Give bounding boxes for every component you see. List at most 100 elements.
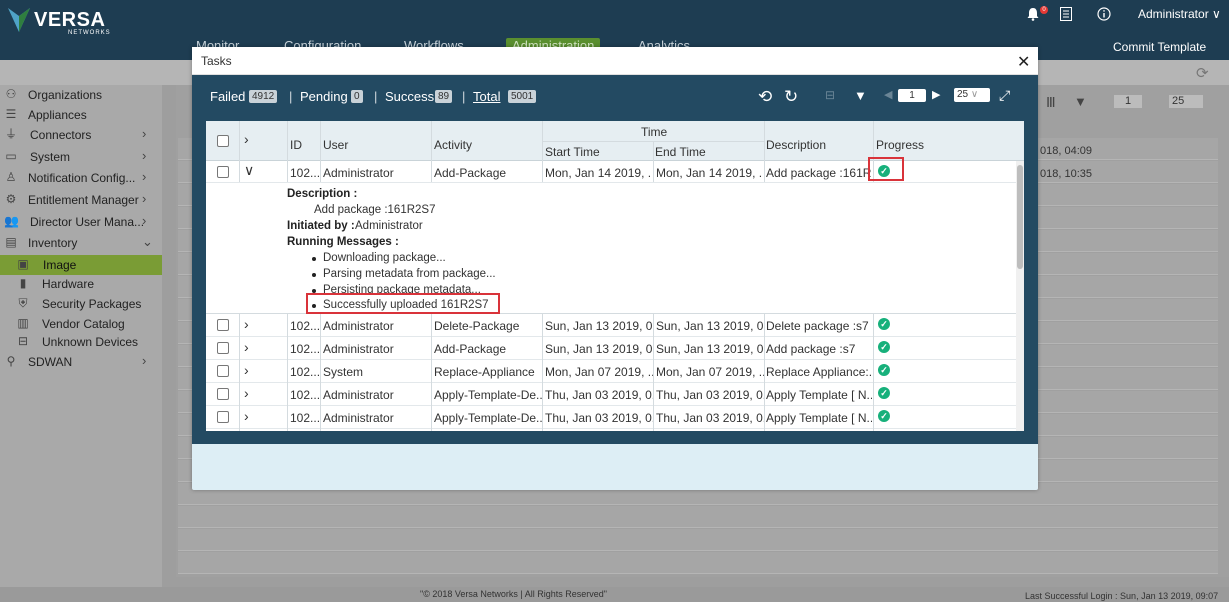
sidebar-item-label: Notification Config... <box>28 171 136 185</box>
cell-activity: Add-Package <box>434 342 507 356</box>
page-number-input[interactable]: 1 <box>898 89 926 102</box>
expand-icon[interactable]: › <box>244 408 249 424</box>
cell-start-time: Thu, Jan 03 2019, 0... <box>545 388 653 402</box>
table-row[interactable]: › 102... Administrator Delete-Package Su… <box>206 314 1016 337</box>
expand-icon[interactable]: › <box>244 316 249 332</box>
chevron-right-icon: › <box>142 191 147 206</box>
cell-id: 102... <box>290 388 321 402</box>
sidebar-item-inventory[interactable]: ▤ Inventory ⌄ <box>0 233 162 253</box>
column-activity[interactable]: Activity <box>434 138 472 152</box>
highlight-box <box>306 293 500 314</box>
background-size-select[interactable]: 25 <box>1169 95 1203 108</box>
sidebar-item-system[interactable]: ▭ System › <box>0 147 162 167</box>
filter-icon[interactable]: ▼ <box>1074 94 1087 109</box>
sidebar-item-director-user-management[interactable]: 👥 Director User Mana... › <box>0 212 162 232</box>
sidebar-item-unknown-devices[interactable]: ⊟ Unknown Devices <box>0 332 162 352</box>
chevron-right-icon: › <box>142 169 147 184</box>
expand-icon[interactable]: › <box>244 362 249 378</box>
failed-filter[interactable]: Failed <box>210 89 245 104</box>
separator: | <box>289 89 293 104</box>
column-id[interactable]: ID <box>290 138 302 152</box>
appliance-icon: ☰ <box>5 107 17 121</box>
row-checkbox[interactable] <box>217 166 229 178</box>
refresh-icon[interactable]: ↻ <box>784 87 798 107</box>
close-icon[interactable]: ✕ <box>1017 52 1030 72</box>
auto-refresh-icon[interactable]: ⟲ <box>758 87 772 107</box>
sidebar-item-connectors[interactable]: ⏚ Connectors › <box>0 125 162 145</box>
prev-page-icon[interactable]: ◀ <box>884 88 892 101</box>
scrollbar-thumb[interactable] <box>1017 165 1023 269</box>
cell-activity: Add-Package <box>434 166 507 180</box>
image-icon: ▣ <box>17 257 29 271</box>
sidebar-item-label: System <box>30 150 71 164</box>
modal-header: Tasks ✕ <box>192 47 1038 75</box>
success-check-icon: ✓ <box>878 387 890 399</box>
page-size-select[interactable]: 25 ∨ <box>954 88 990 102</box>
sidebar-item-hardware[interactable]: ▮ Hardware <box>0 274 162 294</box>
versa-logo[interactable]: VERSA NETWORKS <box>8 6 110 36</box>
cell-end-time: Sun, Jan 13 2019, 0... <box>656 342 764 356</box>
sidebar-item-sdwan[interactable]: ⚲ SDWAN › <box>0 352 162 372</box>
sidebar-item-vendor-catalog[interactable]: ▥ Vendor Catalog <box>0 314 162 334</box>
commit-template-button[interactable]: Commit Template <box>1113 40 1206 54</box>
sidebar-item-image[interactable]: ▣ Image <box>0 255 162 275</box>
row-checkbox[interactable] <box>217 388 229 400</box>
chevron-down-icon: ∨ <box>1212 7 1221 21</box>
column-user[interactable]: User <box>323 138 348 152</box>
org-icon: ⚇ <box>5 87 17 101</box>
chevron-right-icon: › <box>142 213 147 228</box>
background-page-box[interactable]: 1 <box>1114 95 1142 108</box>
column-description[interactable]: Description <box>766 138 826 152</box>
refresh-icon[interactable]: ⟳ <box>1196 64 1209 82</box>
expand-icon[interactable]: › <box>244 385 249 401</box>
sidebar-item-entitlement-manager[interactable]: ⚙ Entitlement Manager › <box>0 190 162 210</box>
column-end-time[interactable]: End Time <box>655 145 706 159</box>
user-menu[interactable]: Administrator ∨ <box>1138 7 1221 21</box>
total-count: 5001 <box>508 90 537 103</box>
select-all-checkbox[interactable] <box>217 135 229 147</box>
info-icon[interactable] <box>1097 7 1111 21</box>
table-header: › ID User Activity Time Start Time End T… <box>206 121 1024 161</box>
row-checkbox[interactable] <box>217 411 229 423</box>
cell-start-time: Mon, Jan 14 2019, ... <box>545 166 651 180</box>
expand-icon[interactable]: › <box>244 339 249 355</box>
table-row[interactable]: › 102... Administrator Add-Package Sun, … <box>206 337 1016 360</box>
chevron-right-icon: › <box>142 353 147 368</box>
row-checkbox[interactable] <box>217 365 229 377</box>
sidebar-item-label: Security Packages <box>42 297 142 311</box>
table-row[interactable]: › 102... Administrator Apply-Template-De… <box>206 406 1016 431</box>
pending-filter[interactable]: Pending <box>300 89 348 104</box>
sidebar-item-notification-config[interactable]: ♙ Notification Config... › <box>0 168 162 188</box>
column-progress[interactable]: Progress <box>876 138 924 152</box>
details-description-value: Add package :161R2S7 <box>314 204 436 216</box>
total-filter[interactable]: Total <box>473 89 500 104</box>
success-check-icon: ✓ <box>878 341 890 353</box>
bullet <box>312 257 316 261</box>
sidebar-item-label: Connectors <box>30 128 92 142</box>
cell-activity: Replace-Appliance <box>434 365 535 379</box>
success-check-icon: ✓ <box>878 364 890 376</box>
background-time: 018, 10:35 <box>1040 168 1092 180</box>
sidebar-item-appliances[interactable]: ☰ Appliances <box>0 105 162 125</box>
table-row[interactable]: › 102... System Replace-Appliance Mon, J… <box>206 360 1016 383</box>
success-filter[interactable]: Success <box>385 89 434 104</box>
row-checkbox[interactable] <box>217 342 229 354</box>
sidebar-item-security-packages[interactable]: ⛨ Security Packages <box>0 294 162 314</box>
columns-icon[interactable]: Ⅲ <box>1046 94 1056 111</box>
table-row-expanded[interactable]: ∨ 102... Administrator Add-Package Mon, … <box>206 157 1016 183</box>
sidebar-item-label: Appliances <box>28 108 87 122</box>
tasks-icon[interactable] <box>1060 7 1072 21</box>
expand-icon[interactable]: ⤢ <box>999 87 1010 104</box>
entitlement-icon: ⚙ <box>5 192 17 206</box>
bell-icon[interactable] <box>1026 7 1040 21</box>
filter-icon[interactable]: ▼ <box>854 88 867 103</box>
delete-icon[interactable]: ⊟ <box>825 88 835 102</box>
column-start-time[interactable]: Start Time <box>545 145 600 159</box>
table-row[interactable]: › 102... Administrator Apply-Template-De… <box>206 383 1016 406</box>
collapse-icon[interactable]: ∨ <box>244 162 254 179</box>
sidebar-item-organizations[interactable]: ⚇ Organizations <box>0 85 162 105</box>
next-page-icon[interactable]: ▶ <box>932 88 940 101</box>
expand-all-icon[interactable]: › <box>244 131 249 147</box>
cell-activity: Delete-Package <box>434 319 520 333</box>
row-checkbox[interactable] <box>217 319 229 331</box>
